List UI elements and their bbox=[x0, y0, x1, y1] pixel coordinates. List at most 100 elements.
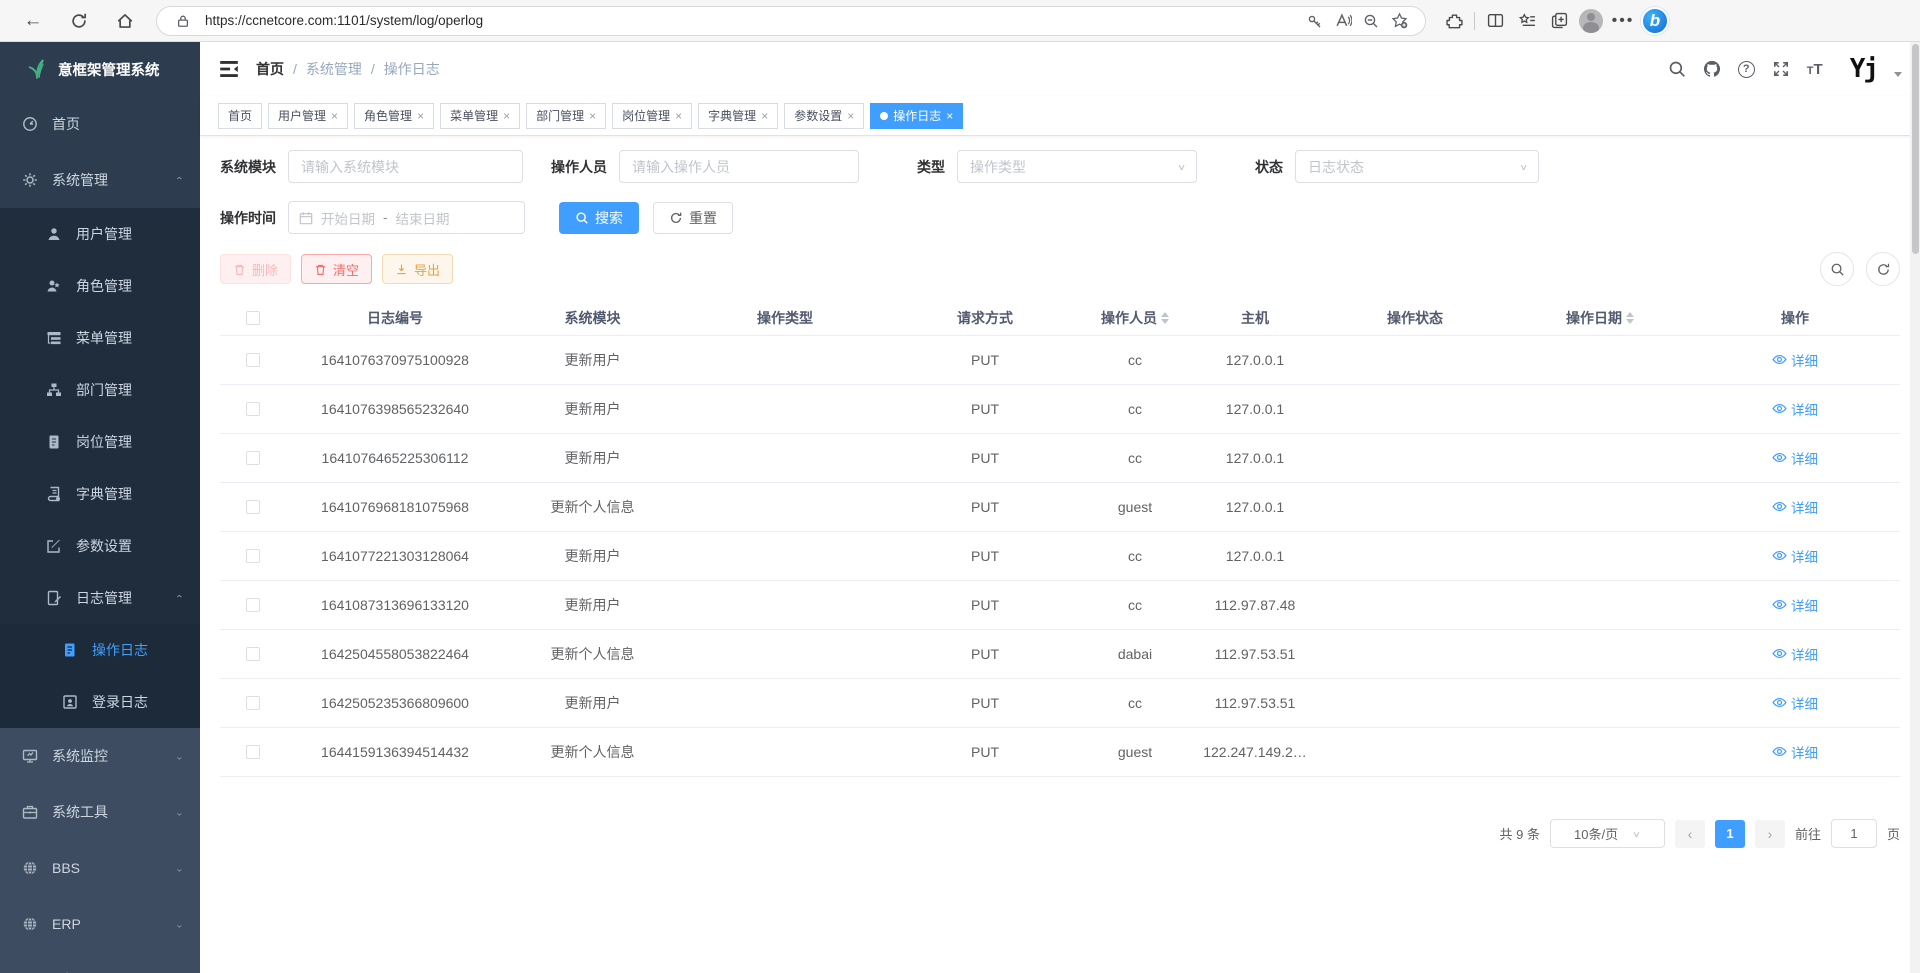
tab-post-mgmt[interactable]: 岗位管理× bbox=[612, 103, 692, 129]
end-date-placeholder[interactable]: 结束日期 bbox=[396, 208, 450, 228]
read-aloud-icon[interactable] bbox=[1329, 7, 1357, 35]
reset-button[interactable]: 重置 bbox=[653, 202, 733, 234]
refresh-icon[interactable] bbox=[62, 4, 96, 38]
sidebar-item-bbs[interactable]: BBS ⌄ bbox=[0, 840, 200, 896]
profile-avatar[interactable] bbox=[1575, 5, 1607, 37]
sidebar-item-monitoring[interactable]: 系统监控 ⌄ bbox=[0, 728, 200, 784]
date-range-picker[interactable]: 开始日期 - 结束日期 bbox=[288, 201, 525, 234]
delete-button[interactable]: 删除 bbox=[220, 254, 291, 284]
home-icon[interactable] bbox=[108, 4, 142, 38]
row-checkbox[interactable] bbox=[246, 647, 260, 661]
favorites-bar-icon[interactable] bbox=[1511, 5, 1543, 37]
tab-user-mgmt[interactable]: 用户管理× bbox=[268, 103, 348, 129]
close-icon[interactable]: × bbox=[589, 110, 596, 122]
detail-link[interactable]: 详细 bbox=[1772, 399, 1818, 419]
export-button[interactable]: 导出 bbox=[382, 254, 453, 284]
show-search-button[interactable] bbox=[1820, 252, 1854, 286]
sidebar-item-roles[interactable]: 角色管理 bbox=[0, 260, 200, 312]
select-all-checkbox[interactable] bbox=[246, 311, 260, 325]
close-icon[interactable]: × bbox=[847, 110, 854, 122]
sidebar-item-dictionary[interactable]: 字典管理 bbox=[0, 468, 200, 520]
split-screen-icon[interactable] bbox=[1479, 5, 1511, 37]
sidebar-item-logs[interactable]: 日志管理 ⌃ bbox=[0, 572, 200, 624]
goto-page-input[interactable] bbox=[1831, 819, 1877, 848]
prev-page-button[interactable]: ‹ bbox=[1675, 820, 1705, 848]
current-page-button[interactable]: 1 bbox=[1715, 820, 1745, 848]
font-size-icon[interactable]: TT bbox=[1807, 61, 1823, 78]
fullscreen-icon[interactable] bbox=[1772, 60, 1790, 78]
favorite-star-icon[interactable] bbox=[1385, 7, 1413, 35]
row-checkbox[interactable] bbox=[246, 500, 260, 514]
detail-link[interactable]: 详细 bbox=[1772, 546, 1818, 566]
sidebar-item-system[interactable]: 系统管理 ⌃ bbox=[0, 152, 200, 208]
detail-link[interactable]: 详细 bbox=[1772, 595, 1818, 615]
search-button[interactable]: 搜索 bbox=[559, 202, 639, 234]
sidebar-item-parameters[interactable]: 参数设置 bbox=[0, 520, 200, 572]
extensions-icon[interactable] bbox=[1438, 5, 1470, 37]
github-icon[interactable] bbox=[1703, 60, 1721, 78]
sidebar-item-users[interactable]: 用户管理 bbox=[0, 208, 200, 260]
clear-button[interactable]: 清空 bbox=[301, 254, 372, 284]
close-icon[interactable]: × bbox=[946, 110, 953, 122]
sidebar-item-menus[interactable]: 菜单管理 bbox=[0, 312, 200, 364]
tab-param-settings[interactable]: 参数设置× bbox=[784, 103, 864, 129]
caret-down-icon[interactable] bbox=[1894, 72, 1902, 77]
breadcrumb-home[interactable]: 首页 bbox=[256, 59, 284, 79]
close-icon[interactable]: × bbox=[417, 110, 424, 122]
module-input[interactable] bbox=[288, 150, 523, 183]
password-key-icon[interactable] bbox=[1301, 7, 1329, 35]
refresh-table-button[interactable] bbox=[1866, 252, 1900, 286]
tab-operation-log[interactable]: 操作日志× bbox=[870, 103, 963, 129]
row-checkbox[interactable] bbox=[246, 451, 260, 465]
tab-dict-mgmt[interactable]: 字典管理× bbox=[698, 103, 778, 129]
start-date-placeholder[interactable]: 开始日期 bbox=[321, 208, 375, 228]
url-text[interactable]: https://ccnetcore.com:1101/system/log/op… bbox=[205, 13, 1301, 28]
row-checkbox[interactable] bbox=[246, 353, 260, 367]
tab-menu-mgmt[interactable]: 菜单管理× bbox=[440, 103, 520, 129]
back-icon[interactable]: ← bbox=[16, 4, 50, 38]
sort-icon[interactable] bbox=[1161, 312, 1169, 324]
sidebar-item-erp[interactable]: ERP ⌄ bbox=[0, 896, 200, 952]
detail-link[interactable]: 详细 bbox=[1772, 448, 1818, 468]
user-logo-avatar[interactable]: Yj bbox=[1850, 54, 1877, 84]
row-checkbox[interactable] bbox=[246, 402, 260, 416]
header-operator-sortable[interactable]: 操作人员 bbox=[1101, 308, 1169, 328]
collections-icon[interactable] bbox=[1543, 5, 1575, 37]
sidebar-item-tools[interactable]: 系统工具 ⌄ bbox=[0, 784, 200, 840]
close-icon[interactable]: × bbox=[503, 110, 510, 122]
row-checkbox[interactable] bbox=[246, 598, 260, 612]
sidebar-item-operation-log[interactable]: 操作日志 bbox=[0, 624, 200, 676]
help-icon[interactable]: ? bbox=[1738, 61, 1755, 78]
sidebar-item-yi-framework[interactable]: Yi框架 bbox=[0, 952, 200, 973]
zoom-out-icon[interactable] bbox=[1357, 7, 1385, 35]
row-checkbox[interactable] bbox=[246, 696, 260, 710]
sidebar-item-login-log[interactable]: 登录日志 bbox=[0, 676, 200, 728]
close-icon[interactable]: × bbox=[331, 110, 338, 122]
tab-role-mgmt[interactable]: 角色管理× bbox=[354, 103, 434, 129]
sort-icon[interactable] bbox=[1626, 312, 1634, 324]
type-select[interactable]: 操作类型 ∨ bbox=[957, 150, 1197, 183]
sidebar-toggle-icon[interactable] bbox=[218, 58, 240, 80]
url-bar[interactable]: https://ccnetcore.com:1101/system/log/op… bbox=[156, 6, 1426, 36]
operator-input[interactable] bbox=[619, 150, 859, 183]
detail-link[interactable]: 详细 bbox=[1772, 497, 1818, 517]
sidebar-item-home[interactable]: 首页 bbox=[0, 96, 200, 152]
detail-link[interactable]: 详细 bbox=[1772, 742, 1818, 762]
detail-link[interactable]: 详细 bbox=[1772, 350, 1818, 370]
search-icon[interactable] bbox=[1668, 60, 1686, 78]
detail-link[interactable]: 详细 bbox=[1772, 644, 1818, 664]
next-page-button[interactable]: › bbox=[1755, 820, 1785, 848]
settings-more-icon[interactable]: ••• bbox=[1607, 5, 1639, 37]
row-checkbox[interactable] bbox=[246, 745, 260, 759]
bing-copilot-icon[interactable]: b bbox=[1639, 5, 1671, 37]
sidebar-item-posts[interactable]: 岗位管理 bbox=[0, 416, 200, 468]
page-size-select[interactable]: 10条/页 ∨ bbox=[1550, 819, 1665, 848]
tab-home[interactable]: 首页 bbox=[218, 103, 262, 129]
close-icon[interactable]: × bbox=[761, 110, 768, 122]
detail-link[interactable]: 详细 bbox=[1772, 693, 1818, 713]
header-date-sortable[interactable]: 操作日期 bbox=[1566, 308, 1634, 328]
scrollbar-thumb[interactable] bbox=[1912, 44, 1919, 254]
sidebar-item-departments[interactable]: 部门管理 bbox=[0, 364, 200, 416]
row-checkbox[interactable] bbox=[246, 549, 260, 563]
status-select[interactable]: 日志状态 ∨ bbox=[1295, 150, 1539, 183]
